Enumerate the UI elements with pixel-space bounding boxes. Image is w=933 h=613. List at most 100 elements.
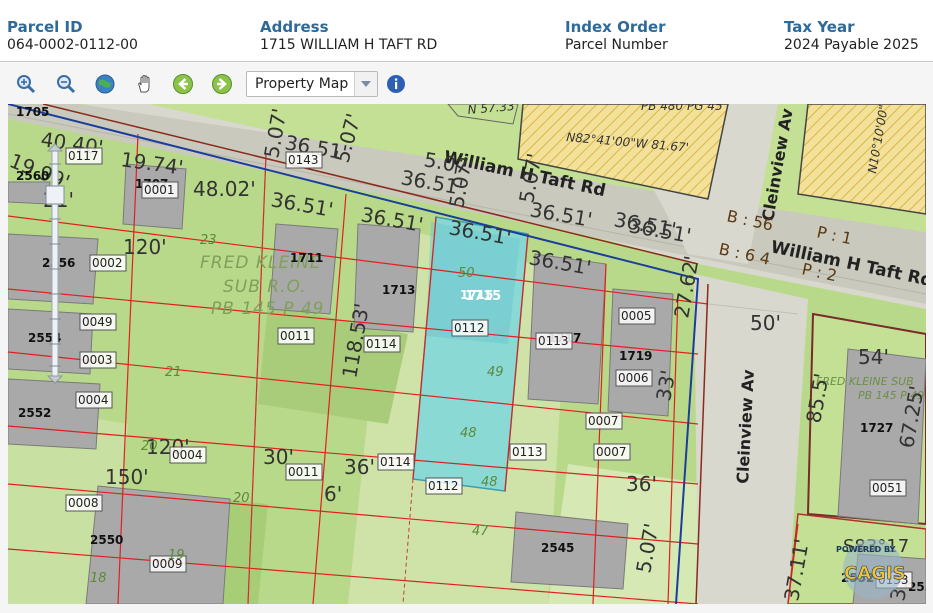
- parcel-id-label: Parcel ID: [7, 18, 83, 36]
- book-page-top: PB 480 PG 45: [641, 104, 723, 113]
- chevron-down-icon[interactable]: [354, 72, 377, 96]
- parcel-number-label: 0049: [79, 313, 117, 331]
- svg-text:0003: 0003: [82, 353, 113, 367]
- zoom-out-icon[interactable]: [54, 72, 78, 96]
- svg-text:0001: 0001: [144, 183, 175, 197]
- lot-number-label: 48: [481, 475, 498, 490]
- svg-text:0011: 0011: [280, 329, 311, 343]
- svg-text:0112: 0112: [428, 479, 459, 493]
- property-map[interactable]: William H Taft Rd William H Taft Rd Clei…: [8, 104, 926, 604]
- dimension-label: 36': [626, 472, 657, 496]
- zoom-slider-handle[interactable]: [45, 185, 65, 205]
- address-label: 1727: [860, 421, 893, 435]
- parcel-number-label: 0011: [277, 327, 315, 345]
- svg-text:0113: 0113: [538, 334, 569, 348]
- powered-by-label: POWERED BY: [836, 545, 896, 554]
- dimension-label: 150': [105, 465, 149, 489]
- dimension-label: 50': [750, 311, 781, 335]
- address-label: 2556: [42, 256, 75, 270]
- subdivision-line-3: PB 145 P 49: [211, 299, 324, 319]
- svg-text:0143: 0143: [288, 153, 319, 167]
- svg-text:0004: 0004: [172, 448, 203, 462]
- parcel-number-label: 0008: [65, 494, 103, 512]
- address-label: 1705: [16, 105, 49, 119]
- parcel-number-label: 0011: [285, 463, 323, 481]
- cagis-brand: CAGIS: [844, 563, 906, 584]
- dimension-label: 120': [123, 235, 167, 259]
- map-type-select[interactable]: Property Map: [246, 71, 378, 97]
- forward-arrow-icon[interactable]: [210, 72, 234, 96]
- tax-year-value: 2024 Payable 2025: [784, 37, 919, 53]
- dimension-label: 48.02': [193, 177, 256, 201]
- tax-year-label: Tax Year: [784, 18, 855, 36]
- svg-text:0007: 0007: [588, 414, 619, 428]
- index-order-value: Parcel Number: [565, 37, 668, 53]
- svg-text:0005: 0005: [621, 309, 652, 323]
- lot-number-label: 47: [472, 524, 489, 539]
- lot-number-label: 20: [141, 439, 158, 454]
- lot-number-label: 49: [487, 365, 504, 380]
- map-canvas[interactable]: William H Taft Rd William H Taft Rd Clei…: [8, 104, 926, 604]
- index-order-field: Index Order Parcel Number: [565, 18, 668, 54]
- lot-number-label: 19: [168, 548, 185, 563]
- info-icon[interactable]: [384, 72, 408, 96]
- svg-text:0007: 0007: [596, 445, 627, 459]
- dimension-label: 54': [858, 345, 889, 369]
- lot-number-label: 20: [233, 491, 250, 506]
- tax-year-field: Tax Year 2024 Payable 2025: [784, 18, 919, 54]
- parcel-number-label: 0113: [535, 332, 573, 350]
- address-label: 2560: [16, 169, 49, 183]
- svg-text:0008: 0008: [68, 496, 99, 510]
- index-order-label: Index Order: [565, 18, 666, 36]
- parcel-number-label: 0004: [75, 391, 113, 409]
- parcel-header: Parcel ID 064-0002-0112-00 Address 1715 …: [0, 0, 933, 60]
- address-value: 1715 WILLIAM H TAFT RD: [260, 37, 438, 53]
- back-arrow-icon[interactable]: [171, 72, 195, 96]
- dimension-label: 36': [344, 455, 375, 479]
- lot-number-label: 1715: [465, 289, 501, 304]
- dimension-label: 6': [324, 482, 342, 506]
- svg-text:0051: 0051: [872, 481, 903, 495]
- address-label: 2552: [18, 406, 51, 420]
- parcel-id-field: Parcel ID 064-0002-0112-00: [7, 18, 138, 54]
- parcel-number-label: 0143: [285, 151, 323, 169]
- svg-text:0049: 0049: [82, 315, 113, 329]
- lot-number-label: 18: [90, 571, 107, 586]
- address-label: Address: [260, 18, 329, 36]
- map-toolbar: Property Map: [8, 62, 933, 106]
- parcel-number-label: 0006: [615, 369, 653, 387]
- address-label: 1711: [290, 251, 323, 265]
- address-label: 1719: [619, 349, 652, 363]
- address-field: Address 1715 WILLIAM H TAFT RD: [260, 18, 437, 54]
- lot-number-label: 50: [458, 266, 475, 281]
- pan-hand-icon[interactable]: [133, 72, 157, 96]
- parcel-number-label: 0004: [169, 446, 207, 464]
- parcel-number-label: 0117: [65, 147, 103, 165]
- lot-number-label: 48: [460, 426, 477, 441]
- parcel-number-label: 0005: [618, 307, 656, 325]
- parcel-number-label: 0051: [869, 479, 907, 497]
- parcel-number-label: 0114: [363, 335, 401, 353]
- address-label: 2550: [90, 533, 123, 547]
- parcel-number-label: 0113: [509, 443, 547, 461]
- svg-text:0006: 0006: [618, 371, 649, 385]
- address-label: 2545: [541, 541, 574, 555]
- svg-text:0002: 0002: [92, 256, 123, 270]
- address-label: 1713: [382, 283, 415, 297]
- svg-text:0114: 0114: [380, 455, 411, 469]
- globe-icon[interactable]: [93, 72, 117, 96]
- svg-text:0117: 0117: [68, 149, 99, 163]
- svg-text:0112: 0112: [454, 321, 485, 335]
- parcel-number-label: 0007: [585, 412, 623, 430]
- zoom-in-icon[interactable]: [14, 72, 38, 96]
- parcel-number-label: 0114: [377, 453, 415, 471]
- parcel-id-value: 064-0002-0112-00: [7, 37, 138, 53]
- parcel-number-label: 0007: [593, 443, 631, 461]
- svg-text:0011: 0011: [288, 465, 319, 479]
- parcel-number-label: 0001: [141, 181, 179, 199]
- parcel-number-label: 0003: [79, 351, 117, 369]
- lot-number-label: 23: [200, 233, 217, 248]
- lot-number-label: 21: [165, 365, 182, 380]
- svg-text:0114: 0114: [366, 337, 397, 351]
- svg-text:0004: 0004: [78, 393, 109, 407]
